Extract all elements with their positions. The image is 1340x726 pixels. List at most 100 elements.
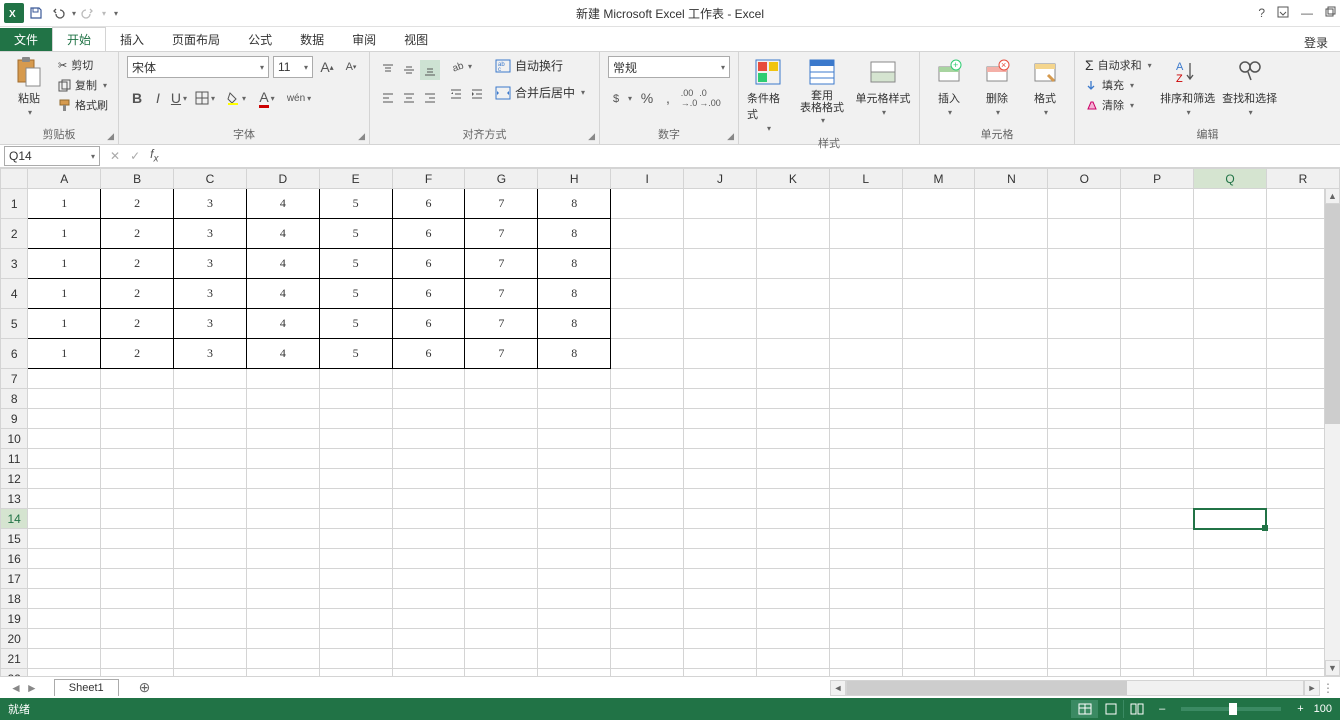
underline-dropdown-icon[interactable]: ▾ — [183, 94, 187, 103]
cell-Q3[interactable] — [1194, 249, 1267, 279]
cell-K21[interactable] — [756, 649, 829, 669]
italic-button[interactable]: I — [148, 88, 168, 108]
clear-button[interactable]: 清除▾ — [1083, 96, 1154, 114]
cell-M22[interactable] — [902, 669, 975, 677]
cell-L8[interactable] — [829, 389, 902, 409]
cell-E3[interactable]: 5 — [319, 249, 392, 279]
cell-D2[interactable]: 4 — [246, 219, 319, 249]
cell-D1[interactable]: 4 — [246, 189, 319, 219]
cell-L6[interactable] — [829, 339, 902, 369]
cell-E6[interactable]: 5 — [319, 339, 392, 369]
cell-A3[interactable]: 1 — [28, 249, 101, 279]
row-header-16[interactable]: 16 — [1, 549, 28, 569]
cell-C9[interactable] — [174, 409, 247, 429]
cell-K13[interactable] — [756, 489, 829, 509]
cell-L14[interactable] — [829, 509, 902, 529]
cell-A13[interactable] — [28, 489, 101, 509]
cell-Q12[interactable] — [1194, 469, 1267, 489]
cell-E14[interactable] — [319, 509, 392, 529]
cell-D3[interactable]: 4 — [246, 249, 319, 279]
cell-H13[interactable] — [538, 489, 611, 509]
cell-H4[interactable]: 8 — [538, 279, 611, 309]
cell-J22[interactable] — [684, 669, 757, 677]
cell-H10[interactable] — [538, 429, 611, 449]
cell-O20[interactable] — [1048, 629, 1121, 649]
cell-B8[interactable] — [101, 389, 174, 409]
cell-D12[interactable] — [246, 469, 319, 489]
cell-F2[interactable]: 6 — [392, 219, 465, 249]
cell-J1[interactable] — [684, 189, 757, 219]
cell-M19[interactable] — [902, 609, 975, 629]
cell-H11[interactable] — [538, 449, 611, 469]
cell-F11[interactable] — [392, 449, 465, 469]
cell-styles-dropdown-icon[interactable]: ▾ — [882, 108, 886, 117]
cell-C1[interactable]: 3 — [174, 189, 247, 219]
cell-I4[interactable] — [611, 279, 684, 309]
cell-Q15[interactable] — [1194, 529, 1267, 549]
undo-dropdown-icon[interactable]: ▾ — [72, 9, 76, 18]
cell-Q7[interactable] — [1194, 369, 1267, 389]
cell-P6[interactable] — [1121, 339, 1194, 369]
cell-H3[interactable]: 8 — [538, 249, 611, 279]
cell-K18[interactable] — [756, 589, 829, 609]
cell-L5[interactable] — [829, 309, 902, 339]
cell-E21[interactable] — [319, 649, 392, 669]
cell-G7[interactable] — [465, 369, 538, 389]
cell-I22[interactable] — [611, 669, 684, 677]
row-header-10[interactable]: 10 — [1, 429, 28, 449]
scroll-left-icon[interactable]: ◄ — [830, 680, 846, 696]
col-header-A[interactable]: A — [28, 169, 101, 189]
find-select-button[interactable]: 查找和选择▾ — [1222, 56, 1278, 117]
cell-M11[interactable] — [902, 449, 975, 469]
cell-P19[interactable] — [1121, 609, 1194, 629]
percent-button[interactable]: % — [637, 88, 657, 108]
cell-Q19[interactable] — [1194, 609, 1267, 629]
cell-B19[interactable] — [101, 609, 174, 629]
col-header-G[interactable]: G — [465, 169, 538, 189]
cell-K11[interactable] — [756, 449, 829, 469]
cell-H14[interactable] — [538, 509, 611, 529]
cell-M2[interactable] — [902, 219, 975, 249]
cell-E22[interactable] — [319, 669, 392, 677]
cell-I17[interactable] — [611, 569, 684, 589]
cell-G6[interactable]: 7 — [465, 339, 538, 369]
cell-M18[interactable] — [902, 589, 975, 609]
cell-H21[interactable] — [538, 649, 611, 669]
cell-I10[interactable] — [611, 429, 684, 449]
underline-button[interactable]: U▾ — [169, 88, 189, 108]
sheet-tab[interactable]: Sheet1 — [54, 679, 119, 696]
cell-I9[interactable] — [611, 409, 684, 429]
cell-J7[interactable] — [684, 369, 757, 389]
cell-P22[interactable] — [1121, 669, 1194, 677]
cell-J20[interactable] — [684, 629, 757, 649]
cell-J11[interactable] — [684, 449, 757, 469]
autosum-dropdown-icon[interactable]: ▾ — [1148, 61, 1152, 70]
cell-Q21[interactable] — [1194, 649, 1267, 669]
cell-L3[interactable] — [829, 249, 902, 279]
cell-M13[interactable] — [902, 489, 975, 509]
cell-I2[interactable] — [611, 219, 684, 249]
cell-F4[interactable]: 6 — [392, 279, 465, 309]
cell-P12[interactable] — [1121, 469, 1194, 489]
cell-O11[interactable] — [1048, 449, 1121, 469]
merge-dropdown-icon[interactable]: ▾ — [581, 88, 585, 97]
cell-O4[interactable] — [1048, 279, 1121, 309]
cell-A15[interactable] — [28, 529, 101, 549]
cell-N17[interactable] — [975, 569, 1048, 589]
cell-P2[interactable] — [1121, 219, 1194, 249]
cell-G22[interactable] — [465, 669, 538, 677]
insert-cells-button[interactable]: +插入▾ — [928, 56, 970, 117]
row-header-14[interactable]: 14 — [1, 509, 28, 529]
row-header-21[interactable]: 21 — [1, 649, 28, 669]
cell-I18[interactable] — [611, 589, 684, 609]
row-header-5[interactable]: 5 — [1, 309, 28, 339]
maximize-icon[interactable] — [1325, 6, 1336, 20]
cell-E15[interactable] — [319, 529, 392, 549]
cell-B14[interactable] — [101, 509, 174, 529]
cell-M17[interactable] — [902, 569, 975, 589]
delete-cells-button[interactable]: ×删除▾ — [976, 56, 1018, 117]
cond-format-dropdown-icon[interactable]: ▾ — [767, 124, 771, 133]
cell-C3[interactable]: 3 — [174, 249, 247, 279]
cell-Q9[interactable] — [1194, 409, 1267, 429]
cell-E19[interactable] — [319, 609, 392, 629]
